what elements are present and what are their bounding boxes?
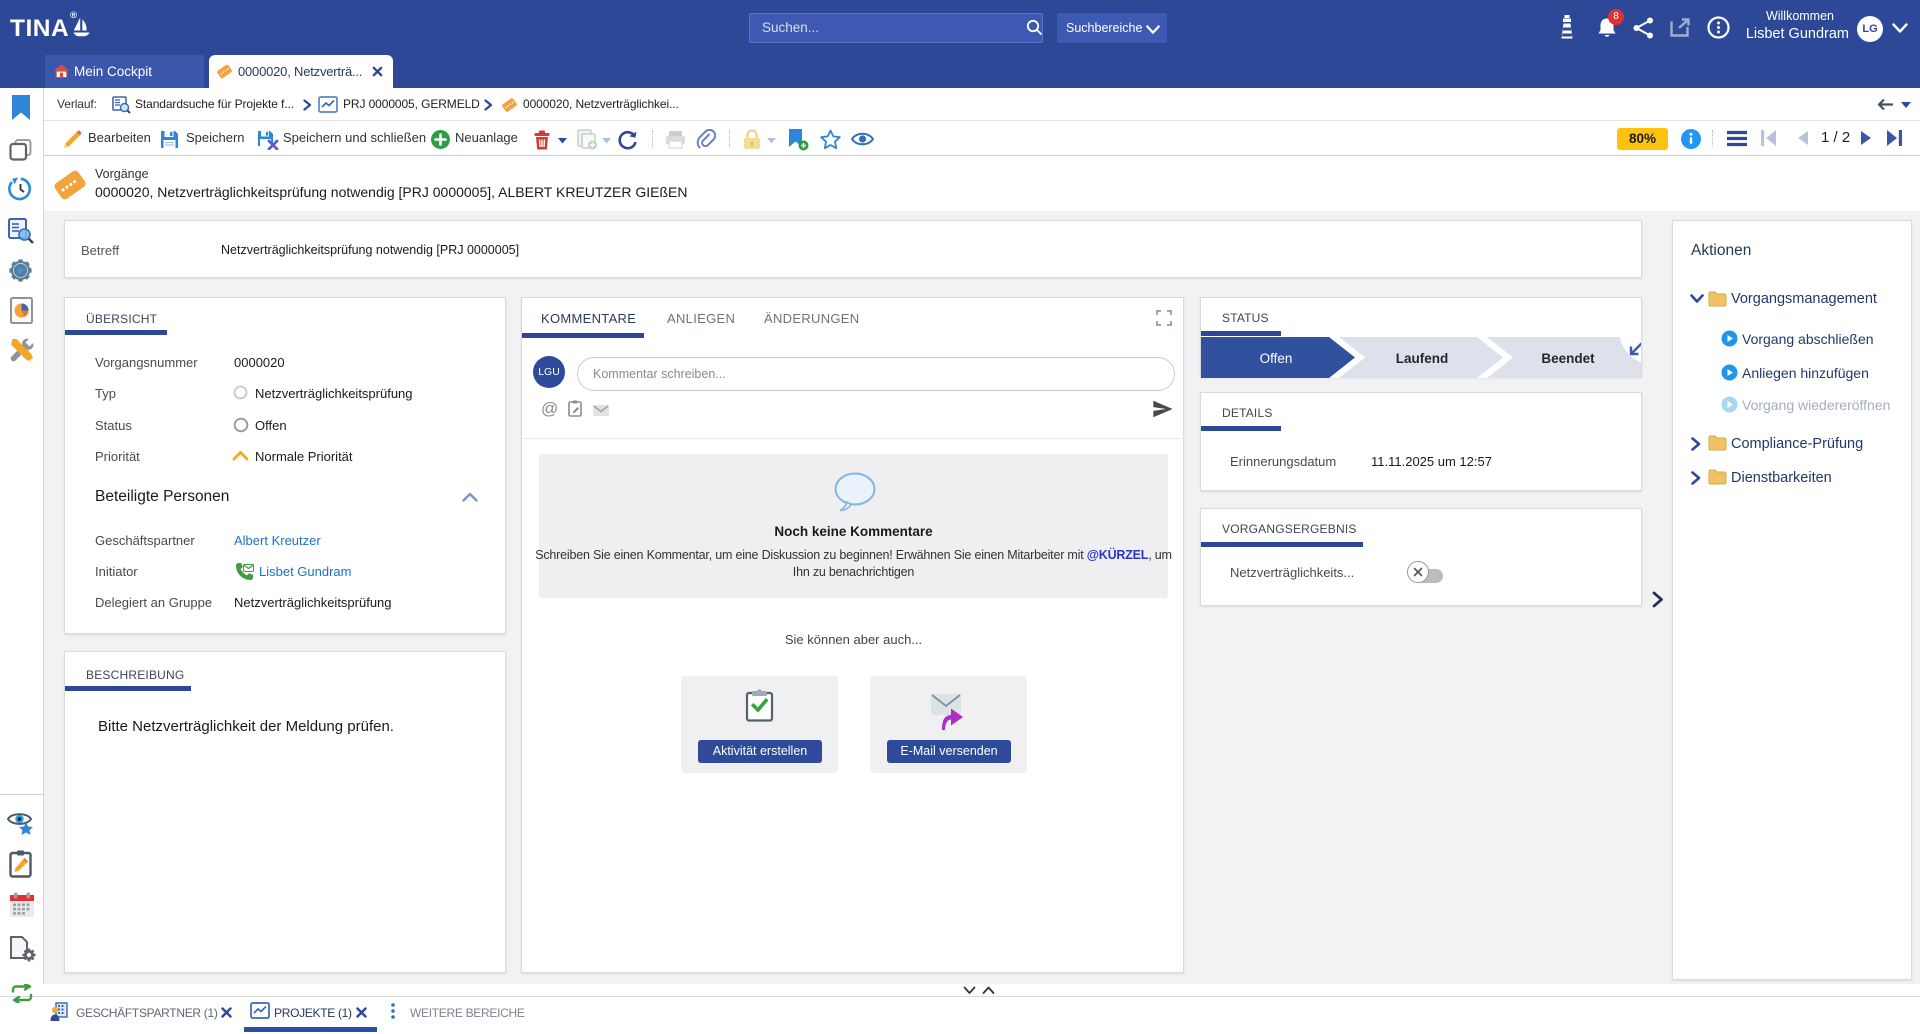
- svg-text:Laufend: Laufend: [1396, 351, 1449, 366]
- svg-text:Offen: Offen: [1260, 351, 1293, 366]
- svg-text:Beendet: Beendet: [1541, 351, 1595, 366]
